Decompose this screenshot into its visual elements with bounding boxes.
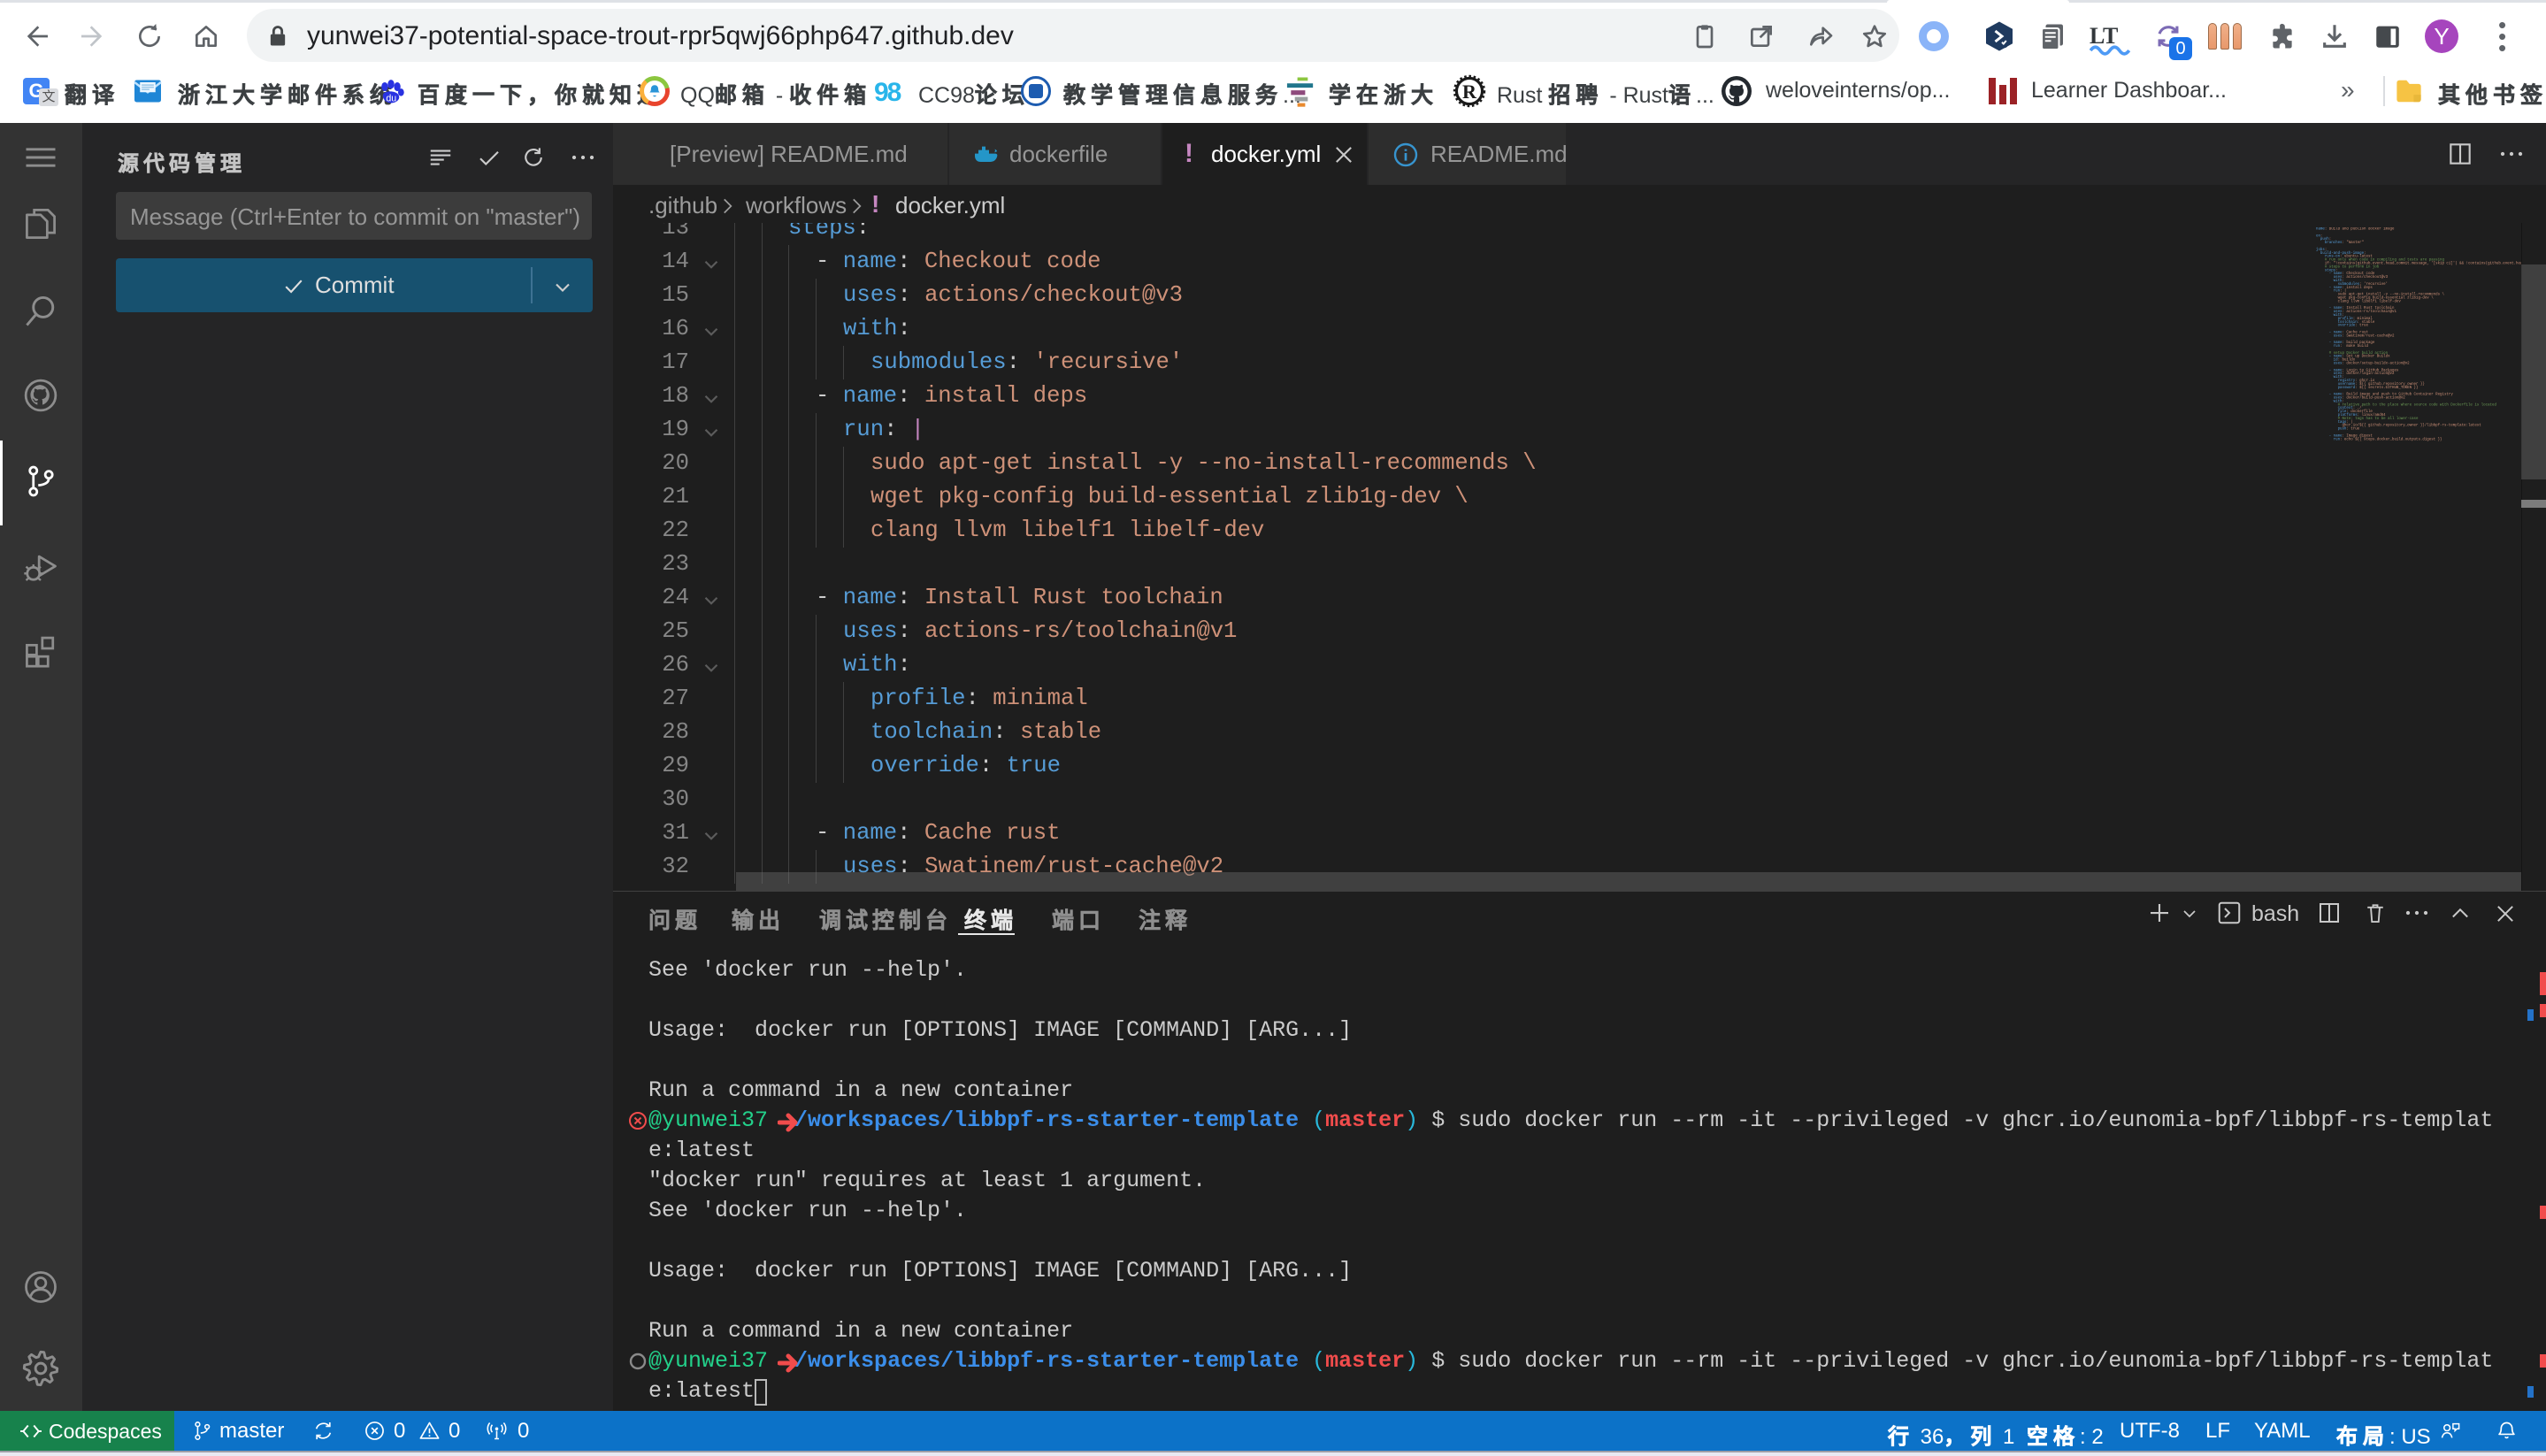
svg-text:R: R: [1462, 80, 1477, 103]
svg-text:du: du: [386, 93, 396, 103]
